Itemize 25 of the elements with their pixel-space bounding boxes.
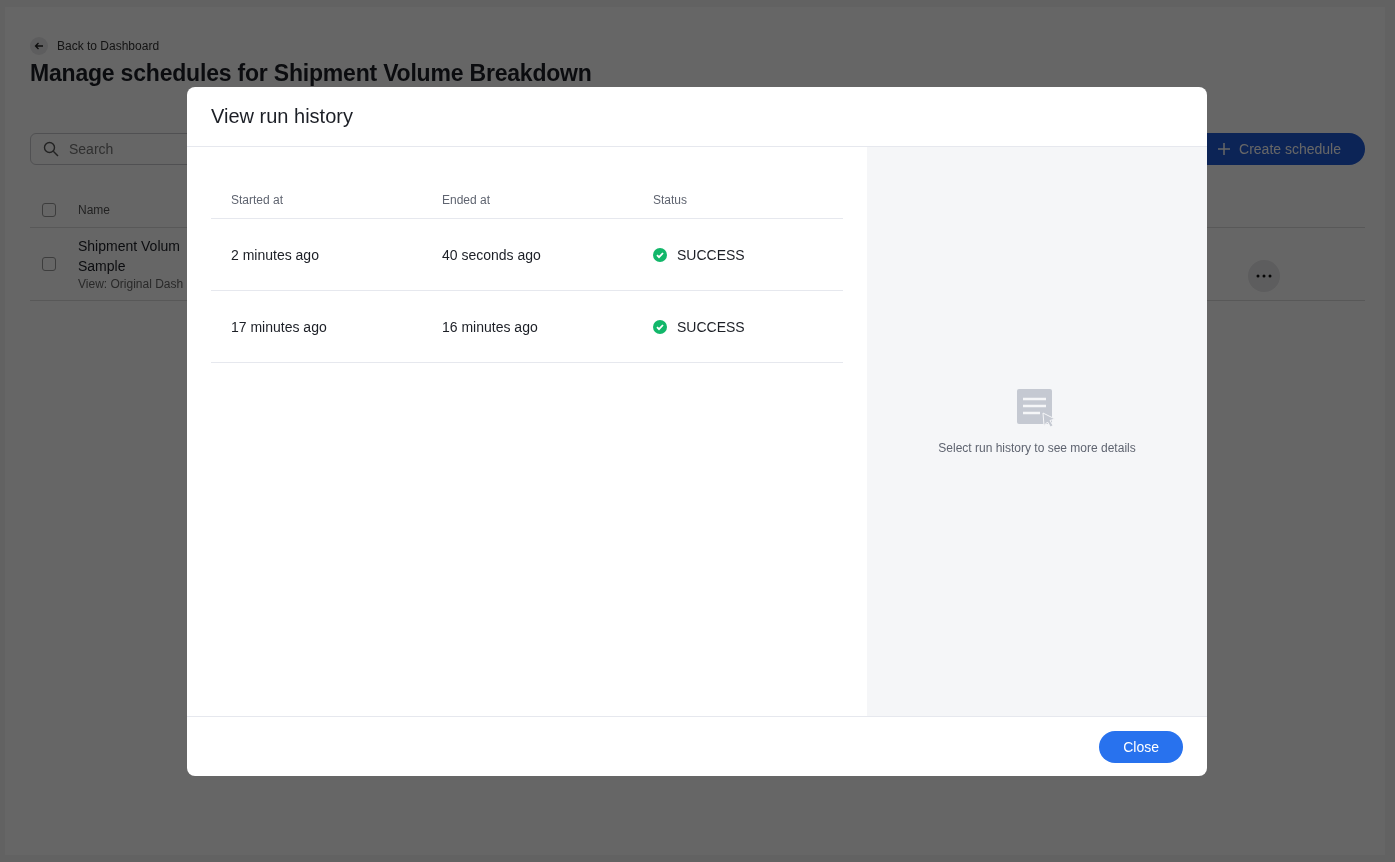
plus-icon bbox=[1217, 142, 1232, 156]
success-check-icon bbox=[653, 319, 667, 334]
more-options-icon[interactable] bbox=[1248, 260, 1280, 292]
checkbox[interactable] bbox=[42, 203, 56, 217]
schedule-view: View: Original Dash bbox=[78, 276, 184, 292]
column-header: Ended at bbox=[442, 193, 491, 207]
close-button[interactable]: Close bbox=[1099, 730, 1183, 763]
checkbox[interactable] bbox=[42, 257, 56, 271]
status-text: SUCCESS bbox=[677, 246, 745, 263]
ended-at-cell: 16 minutes ago bbox=[442, 318, 538, 335]
started-at-cell: 2 minutes ago bbox=[231, 246, 319, 263]
schedule-name: Shipment Volum bbox=[78, 237, 181, 256]
search-icon bbox=[43, 141, 59, 157]
success-check-icon bbox=[653, 247, 667, 262]
back-link[interactable]: Back to Dashboard bbox=[57, 39, 160, 53]
started-at-cell: 17 minutes ago bbox=[231, 318, 327, 335]
empty-details-message: Select run history to see more details bbox=[938, 440, 1136, 455]
column-header: Status bbox=[653, 193, 688, 207]
page-title: Manage schedules for Shipment Volume Breakdown bbox=[30, 61, 593, 85]
status-text: SUCCESS bbox=[677, 318, 745, 335]
schedule-name: Sample bbox=[78, 257, 127, 276]
ended-at-cell: 40 seconds ago bbox=[442, 246, 541, 263]
column-header: Started at bbox=[231, 193, 284, 207]
dialog-title: View run history bbox=[211, 105, 353, 128]
column-header: Name bbox=[78, 203, 110, 217]
